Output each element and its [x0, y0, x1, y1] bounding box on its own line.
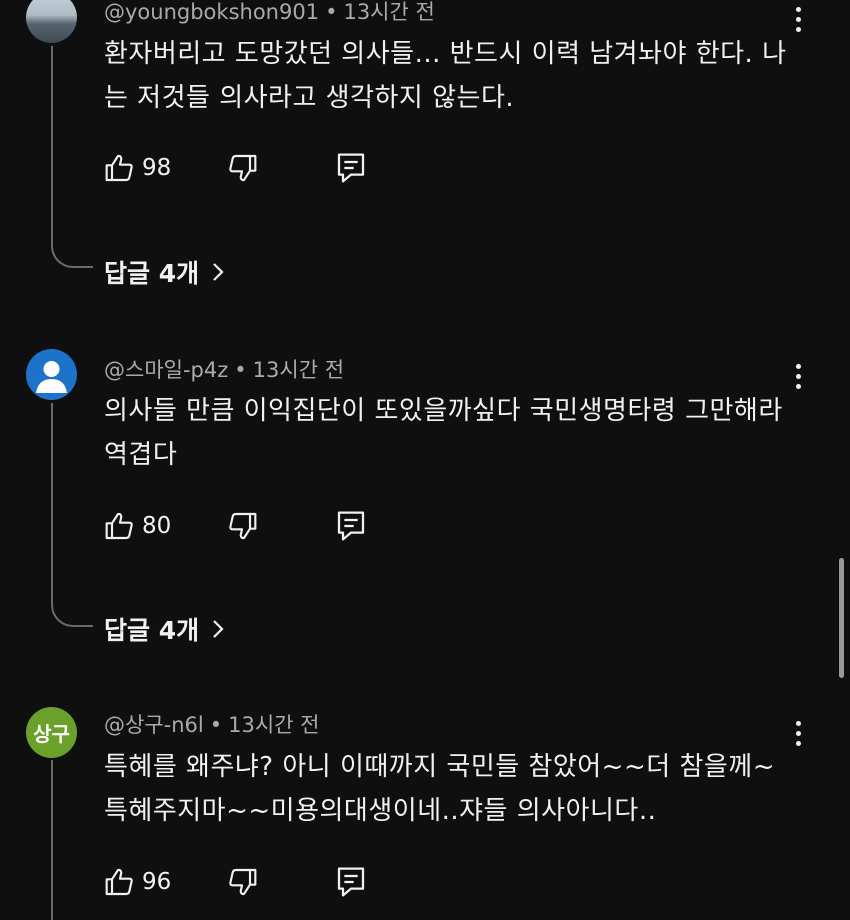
like-button[interactable]: 80 — [104, 506, 171, 546]
thumbs-down-icon — [229, 154, 257, 182]
comment-text: 의사들 만큼 이익집단이 또있을까싶다 국민생명타령 그만해라 역겹다 — [104, 396, 783, 470]
dislike-button[interactable] — [226, 506, 258, 546]
like-count: 80 — [142, 513, 172, 539]
like-button[interactable]: 96 — [104, 862, 171, 902]
dislike-button[interactable] — [226, 148, 258, 188]
separator-dot: • — [234, 358, 247, 382]
avatar[interactable] — [26, 0, 77, 43]
thumbs-up-icon — [105, 512, 133, 540]
separator-dot: • — [325, 0, 338, 24]
view-replies-button[interactable]: 답글 4개 — [104, 254, 225, 290]
reply-thread-line — [51, 46, 93, 268]
thumbs-down-icon — [229, 868, 257, 896]
view-replies-button[interactable]: 답글 4개 — [104, 611, 225, 647]
chevron-right-icon — [213, 263, 224, 281]
separator-dot: • — [209, 713, 223, 737]
avatar[interactable]: 상구 — [26, 707, 77, 758]
timestamp[interactable]: 13시간 전 — [253, 358, 344, 382]
author-name[interactable]: @상구-n6l — [104, 713, 204, 737]
reply-comment-icon — [337, 867, 365, 897]
replies-label: 답글 4개 — [104, 259, 200, 288]
thumbs-up-icon — [105, 154, 133, 182]
default-person-icon — [36, 361, 67, 393]
comment-header: @상구-n6l • 13시간 전 — [104, 709, 319, 739]
timestamp[interactable]: 13시간 전 — [228, 713, 319, 737]
author-name[interactable]: @youngbokshon901 — [104, 0, 319, 24]
comment-text: 특혜를 왜주냐? 아니 이때까지 국민들 참았어~~더 참을께~ 특혜주지마~~… — [104, 752, 775, 826]
like-count: 96 — [142, 869, 172, 895]
reply-button[interactable] — [336, 862, 366, 902]
like-button[interactable]: 98 — [104, 148, 171, 188]
comment-text: 환자버리고 도망갔던 의사들... 반드시 이력 남겨놔야 한다. 나는 저것들… — [104, 39, 787, 113]
timestamp[interactable]: 13시간 전 — [343, 0, 434, 24]
reply-button[interactable] — [336, 148, 366, 188]
author-name[interactable]: @스마일-p4z — [104, 358, 228, 382]
reply-thread-line — [51, 403, 93, 627]
reply-button[interactable] — [336, 506, 366, 546]
like-count: 98 — [142, 155, 172, 181]
replies-label: 답글 4개 — [104, 616, 200, 645]
avatar[interactable] — [26, 349, 77, 400]
dislike-button[interactable] — [226, 862, 258, 902]
chevron-right-icon — [213, 620, 224, 638]
reply-comment-icon — [337, 153, 365, 183]
reply-thread-line — [51, 760, 93, 920]
comment-header: @스마일-p4z • 13시간 전 — [104, 354, 344, 384]
comment-header: @youngbokshon901 • 13시간 전 — [104, 0, 435, 26]
thumbs-down-icon — [229, 512, 257, 540]
thumbs-up-icon — [105, 868, 133, 896]
reply-comment-icon — [337, 511, 365, 541]
scrollbar-thumb[interactable] — [839, 558, 844, 678]
